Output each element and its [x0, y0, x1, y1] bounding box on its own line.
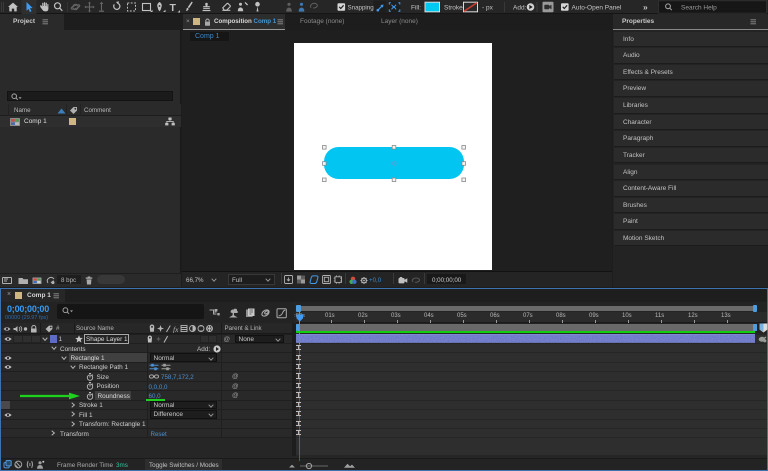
svg-text:Stroke:: Stroke:	[444, 4, 465, 11]
svg-text:»: »	[643, 2, 648, 12]
svg-text:- px: - px	[482, 4, 494, 11]
svg-text:Snapping: Snapping	[348, 4, 375, 11]
svg-text:Add:: Add:	[513, 4, 527, 11]
svg-text:Search Help: Search Help	[681, 4, 717, 11]
svg-text:Auto-Open Panel: Auto-Open Panel	[572, 4, 622, 11]
svg-text:fx: fx	[173, 325, 179, 333]
svg-text:T: T	[170, 2, 177, 14]
svg-text:Fill:: Fill:	[411, 4, 421, 11]
